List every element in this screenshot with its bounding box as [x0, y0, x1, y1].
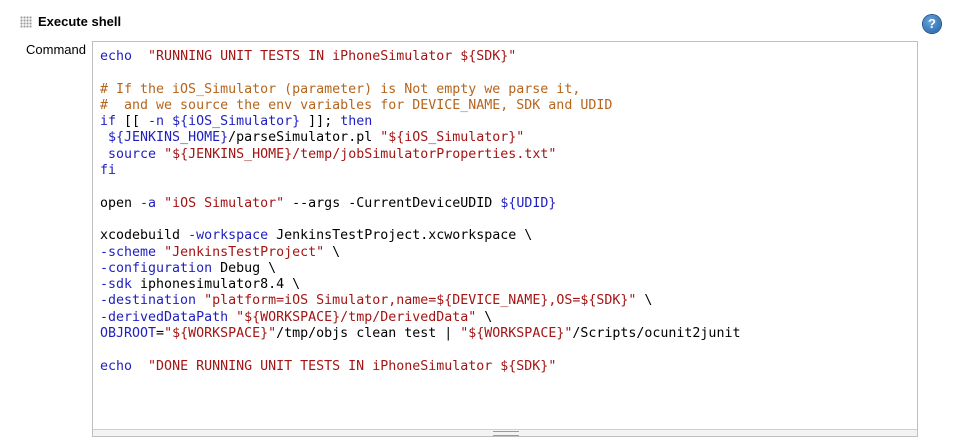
command-textarea[interactable]: echo "RUNNING UNIT TESTS IN iPhoneSimula… — [92, 41, 918, 437]
code-line: ${JENKINS_HOME}/parseSimulator.pl "${iOS… — [100, 130, 740, 146]
code-token: # and we source the env variables for DE… — [100, 97, 613, 113]
code-line: -sdk iphonesimulator8.4 \ — [100, 277, 740, 293]
code-line: source "${JENKINS_HOME}/temp/jobSimulato… — [100, 147, 740, 163]
code-token: echo — [100, 358, 133, 374]
code-line: -scheme "JenkinsTestProject" \ — [100, 245, 740, 261]
help-icon[interactable]: ? — [923, 15, 941, 33]
code-token: \ — [636, 293, 653, 309]
code-token: \ — [324, 244, 341, 260]
code-line: -configuration Debug \ — [100, 261, 740, 277]
code-token: OBJROOT — [100, 326, 157, 342]
code-token: "JenkinsTestProject" — [164, 244, 325, 260]
code-line: # If the iOS_Simulator (parameter) is No… — [100, 82, 740, 98]
section-title: Execute shell — [38, 14, 122, 29]
code-token: -sdk — [100, 277, 133, 293]
code-token: "RUNNING UNIT TESTS IN iPhoneSimulator $… — [148, 49, 517, 64]
code-token: -scheme — [100, 244, 157, 260]
code-token: then — [340, 114, 373, 130]
code-token: = — [156, 326, 165, 342]
code-token: iphonesimulator8.4 \ — [132, 277, 301, 293]
code-token: -a — [140, 195, 157, 211]
code-token: -destination — [100, 293, 197, 309]
code-token: -derivedDataPath — [100, 309, 229, 325]
code-line: -destination "platform=iOS Simulator,nam… — [100, 293, 740, 309]
code-token: ${iOS_Simulator} — [172, 114, 301, 130]
command-label: Command — [26, 42, 86, 57]
code-token: /Scripts/ocunit2junit — [572, 326, 741, 342]
code-token: xcodebuild — [100, 228, 189, 244]
code-line: xcodebuild -workspace JenkinsTestProject… — [100, 228, 740, 244]
code-token: fi — [100, 163, 117, 179]
resize-grip-icon[interactable] — [493, 431, 519, 436]
code-token: -n — [148, 114, 165, 130]
code-line: echo "DONE RUNNING UNIT TESTS IN iPhoneS… — [100, 359, 740, 375]
code-token: open — [100, 195, 141, 211]
resize-handle[interactable] — [93, 429, 917, 436]
code-token: -configuration — [100, 260, 213, 276]
code-line: if [[ -n ${iOS_Simulator} ]]; then — [100, 114, 740, 130]
execute-shell-header: Execute shell ? — [0, 0, 954, 40]
drag-handle-icon[interactable] — [20, 16, 32, 28]
code-token: ${JENKINS_HOME} — [108, 130, 229, 146]
code-line: fi — [100, 163, 740, 179]
code-token: -workspace — [188, 228, 269, 244]
code-token: --args -CurrentDeviceUDID — [284, 195, 501, 211]
code-token: /parseSimulator.pl — [228, 130, 381, 146]
code-line: echo "RUNNING UNIT TESTS IN iPhoneSimula… — [100, 49, 740, 65]
command-code[interactable]: echo "RUNNING UNIT TESTS IN iPhoneSimula… — [100, 49, 740, 375]
code-token: "${WORKSPACE}" — [164, 326, 277, 342]
code-token: Debug \ — [212, 260, 277, 276]
code-token: ]]; — [300, 114, 341, 130]
code-token: "${WORKSPACE}" — [460, 326, 573, 342]
code-token: "${iOS_Simulator}" — [380, 130, 525, 146]
code-token: "platform=iOS Simulator,name=${DEVICE_NA… — [204, 293, 637, 309]
code-token: JenkinsTestProject.xcworkspace \ — [268, 228, 533, 244]
code-line: -derivedDataPath "${WORKSPACE}/tmp/Deriv… — [100, 310, 740, 326]
code-token: # If the iOS_Simulator (parameter) is No… — [100, 81, 581, 97]
code-token: "DONE RUNNING UNIT TESTS IN iPhoneSimula… — [148, 358, 557, 374]
code-token: if — [100, 114, 117, 130]
code-token: source — [108, 146, 157, 162]
code-token: "${WORKSPACE}/tmp/DerivedData" — [236, 309, 477, 325]
code-line: open -a "iOS Simulator" --args -CurrentD… — [100, 196, 740, 212]
code-token: ${UDID} — [500, 195, 557, 211]
code-token: echo — [100, 49, 133, 64]
code-token: "${JENKINS_HOME}/temp/jobSimulatorProper… — [164, 146, 557, 162]
code-token: [[ — [116, 114, 149, 130]
code-token: \ — [476, 309, 493, 325]
code-line: OBJROOT="${WORKSPACE}"/tmp/objs clean te… — [100, 326, 740, 342]
code-token: /tmp/objs clean test | — [276, 326, 461, 342]
code-token: "iOS Simulator" — [164, 195, 285, 211]
code-line: # and we source the env variables for DE… — [100, 98, 740, 114]
